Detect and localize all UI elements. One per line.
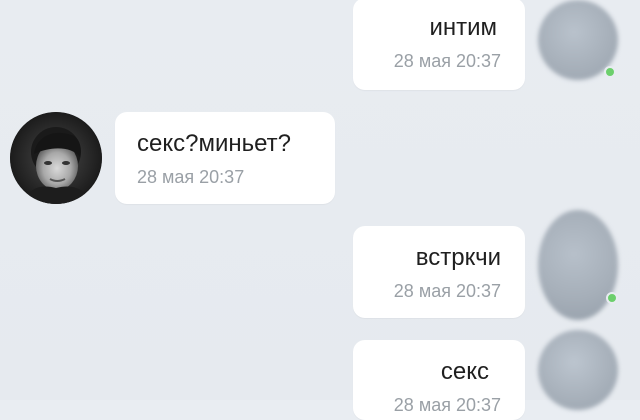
online-status-icon (606, 292, 618, 304)
chat-screen: интим 28 мая 20:37 секс?миньет? 28 мая 2… (0, 0, 640, 420)
online-status-icon (604, 66, 616, 78)
message-text: интим (429, 14, 497, 41)
message-bubble[interactable]: секс 28 мая 20:37 (353, 340, 525, 420)
contact-avatar-icon (10, 112, 102, 204)
message-text: секс (440, 358, 489, 385)
message-text: встркчи (415, 244, 501, 271)
message-text: секс?миньет? (137, 130, 292, 157)
message-bubble[interactable]: встркчи 28 мая 20:37 (353, 226, 525, 318)
user-avatar[interactable] (538, 330, 618, 410)
contact-avatar[interactable] (10, 112, 102, 204)
message-time: 28 мая 20:37 (393, 281, 501, 301)
message-bubble[interactable]: интим 28 мая 20:37 (353, 0, 525, 90)
message-time: 28 мая 20:37 (393, 395, 501, 415)
message-time: 28 мая 20:37 (137, 167, 245, 187)
message-time: 28 мая 20:37 (393, 51, 501, 71)
message-bubble[interactable]: секс?миньет? 28 мая 20:37 (115, 112, 335, 204)
user-avatar[interactable] (538, 210, 618, 320)
